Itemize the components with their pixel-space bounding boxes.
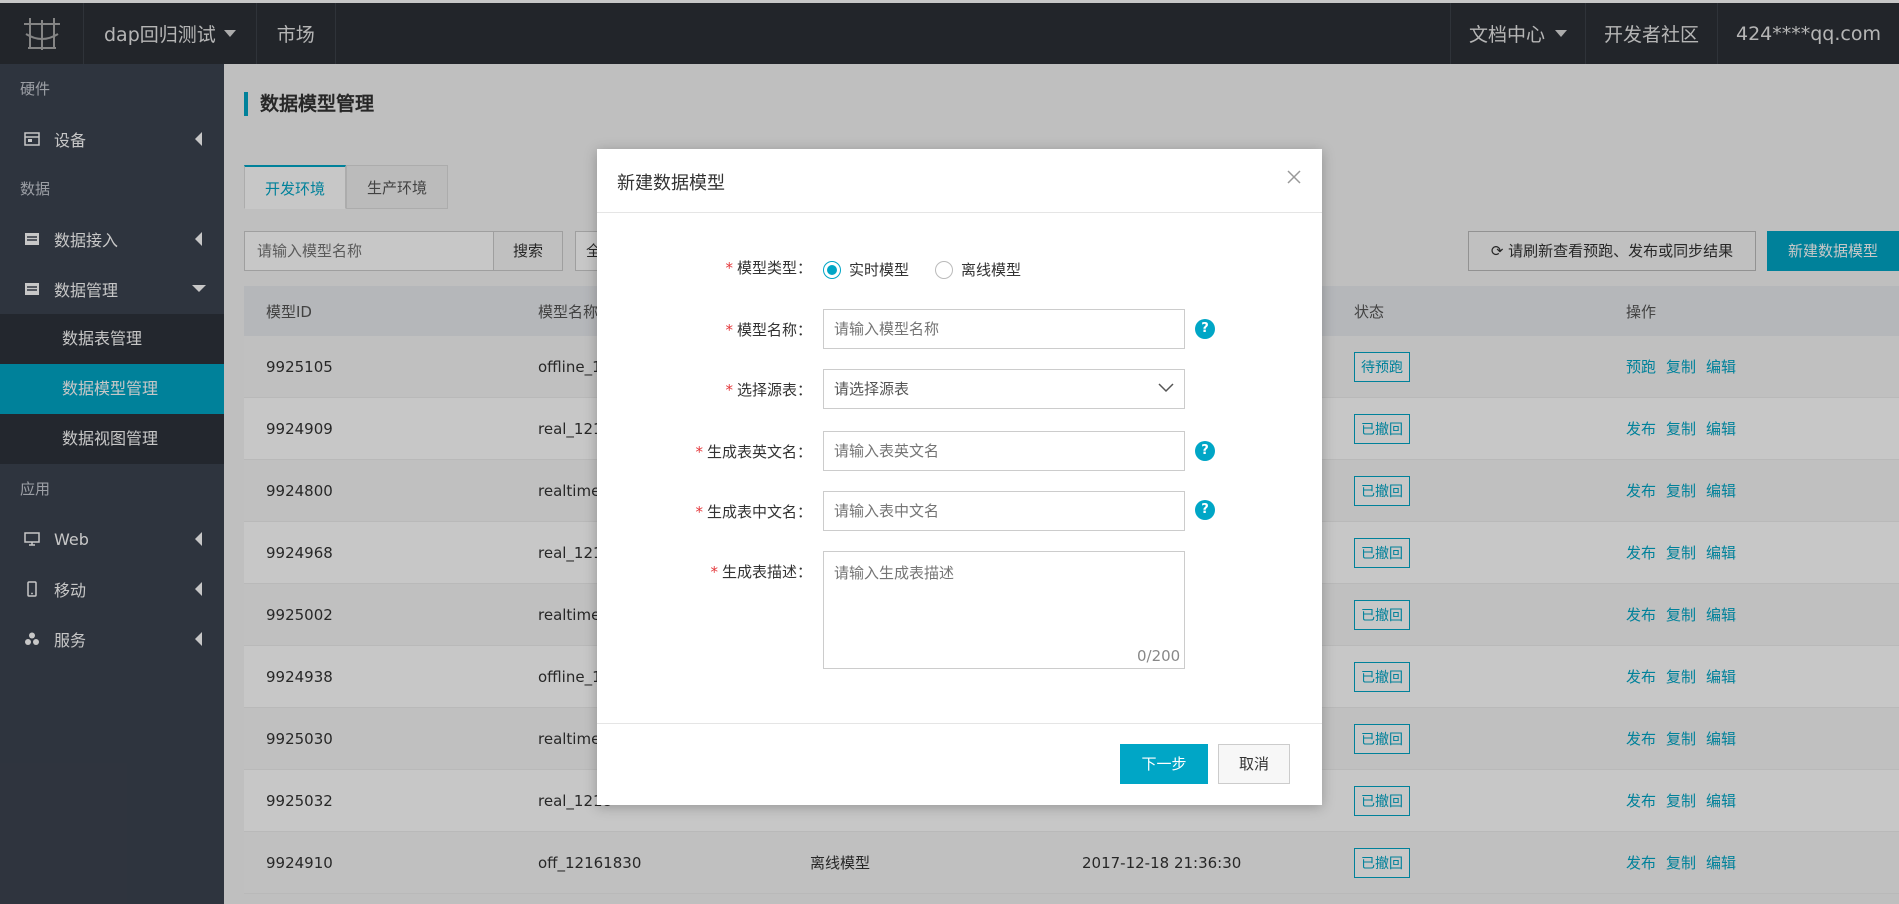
required-mark: * [725,259,733,277]
radio-realtime-label: 实时模型 [849,261,910,279]
radio-unchecked-icon [935,260,953,279]
help-icon[interactable]: ? [1195,500,1215,520]
source-table-select[interactable]: 请选择源表 [823,369,1185,409]
source-select-value: 请选择源表 [834,380,910,398]
dialog-title: 新建数据模型 [617,173,725,194]
type-label: * 模型类型： [725,259,812,277]
required-mark: * [695,503,703,521]
radio-checked-icon [823,260,841,279]
form-row-en: *生成表英文名： ? [597,431,1322,471]
en-name-input[interactable] [823,431,1185,471]
form-row-source: * 选择源表： 请选择源表 [597,369,1322,409]
model-name-input[interactable] [823,309,1185,349]
cancel-button[interactable]: 取消 [1218,744,1290,784]
desc-label: * 生成表描述： [710,563,812,581]
required-mark: * [725,381,733,399]
required-mark: * [710,563,718,581]
radio-offline[interactable]: 离线模型 [935,259,1021,280]
required-mark: * [725,321,733,339]
help-icon[interactable]: ? [1195,319,1215,339]
close-icon[interactable] [1282,165,1306,189]
required-mark: * [695,443,703,461]
form-row-cn: *生成表中文名： ? [597,491,1322,531]
radio-offline-label: 离线模型 [961,261,1022,279]
chevron-down-icon [1158,383,1174,393]
new-model-dialog: 新建数据模型 *模型类型： 实时模型 离线模型 *模型名称： ? *选择源表： [597,149,1322,805]
form-row-type: * 模型类型： 实时模型 离线模型 [597,249,1322,289]
dialog-footer: 下一步 取消 [597,723,1322,805]
radio-realtime[interactable]: 实时模型 [823,259,909,280]
source-label: * 选择源表： [725,381,812,399]
form-row-name: *模型名称： ? [597,309,1322,349]
help-icon[interactable]: ? [1195,441,1215,461]
char-counter: 0/200 [1137,647,1181,665]
desc-textarea[interactable] [823,551,1185,669]
en-label: * 生成表英文名： [695,443,812,461]
name-label: * 模型名称： [725,321,812,339]
cn-label: * 生成表中文名： [695,503,812,521]
cn-name-input[interactable] [823,491,1185,531]
form-row-desc: *生成表描述： 0/200 [597,551,1322,669]
next-button[interactable]: 下一步 [1120,744,1208,784]
dialog-header: 新建数据模型 [597,149,1322,213]
